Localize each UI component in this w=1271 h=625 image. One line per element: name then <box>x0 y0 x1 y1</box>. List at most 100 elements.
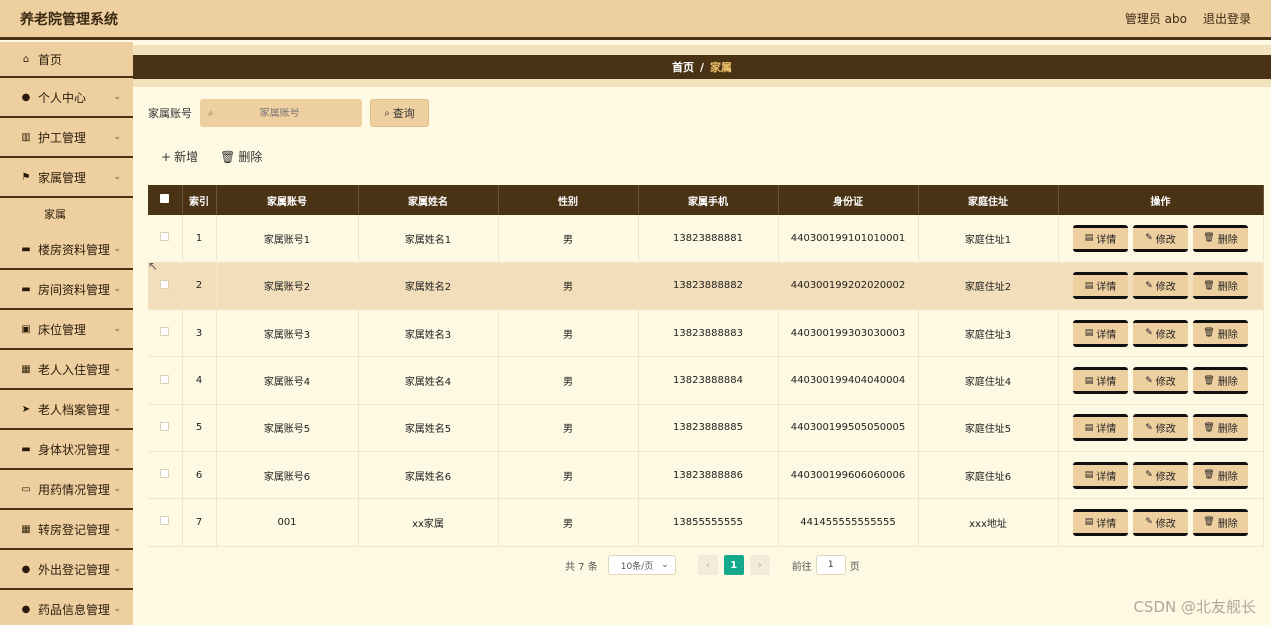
table-row[interactable]: 5 家属账号5 家属姓名5 男 13823888885 44030019950505000… <box>148 404 1264 452</box>
sidebar-item[interactable]: ➤ 老人档案管理 ⌄ <box>0 390 133 430</box>
cell-id-card: 440300199606060006 <box>778 451 919 500</box>
sidebar-item[interactable]: ▬ 房间资料管理 ⌄ <box>0 270 133 310</box>
row-checkbox[interactable] <box>160 469 170 479</box>
prev-page-button[interactable]: ‹ <box>697 555 718 575</box>
row-delete-button-label: 删除 <box>1217 518 1238 530</box>
current-page-button[interactable]: 1 <box>723 555 744 575</box>
sidebar-item-label: 床位管理 <box>38 322 87 337</box>
row-actions: ▤ 详情 ✎ 修改 🗑 删除 <box>1059 319 1263 347</box>
row-delete-button[interactable]: 🗑 删除 <box>1193 224 1248 252</box>
trash-icon: 🗑 <box>1203 233 1215 244</box>
detail-button[interactable]: ▤ 详情 <box>1073 367 1128 395</box>
sidebar-item[interactable]: ▬ 楼房资料管理 ⌄ <box>0 230 133 270</box>
card-icon: ▬ <box>21 283 31 295</box>
search-button[interactable]: ⌕ 查询 <box>370 99 429 127</box>
table-row[interactable]: 1 家属账号1 家属姓名1 男 13823888881 44030019910101000… <box>148 215 1264 263</box>
add-button[interactable]: + 新增 <box>161 148 198 165</box>
table-row[interactable]: 6 家属账号6 家属姓名6 男 13823888886 44030019960606000… <box>148 451 1264 500</box>
sidebar-item[interactable]: ▦ 老人入住管理 ⌄ <box>0 350 133 390</box>
sidebar-subitem[interactable]: 家属 <box>0 198 133 230</box>
cell-operations: ▤ 详情 ✎ 修改 🗑 删除 <box>1058 451 1264 500</box>
add-button-label: 新增 <box>174 150 199 164</box>
sidebar-item-label: 身体状况管理 <box>38 442 111 457</box>
edit-button[interactable]: ✎ 修改 <box>1133 508 1188 536</box>
table-row[interactable]: 7 001 xx家属男 13855555555 441455555555555 xxx地址… <box>148 498 1264 547</box>
row-checkbox[interactable] <box>160 421 170 431</box>
row-delete-button[interactable]: 🗑 删除 <box>1193 272 1248 300</box>
table-row[interactable]: 2 家属账号2 家属姓名2 男 13823888882 44030019920202000… <box>148 262 1264 311</box>
sidebar-item[interactable]: ▭ 用药情况管理 ⌄ <box>0 470 133 510</box>
cell-name: 家属姓名1 <box>358 215 499 263</box>
pencil-icon: ✎ <box>1145 233 1153 244</box>
search-icon: ⌕ <box>384 107 390 119</box>
edit-button[interactable]: ✎ 修改 <box>1133 461 1188 489</box>
row-delete-button[interactable]: 🗑 删除 <box>1193 319 1248 347</box>
next-page-button[interactable]: › <box>749 555 770 575</box>
chevron-down-icon: ⌄ <box>113 404 121 414</box>
cell-name: 家属姓名4 <box>358 356 499 405</box>
cell-operations: ▤ 详情 ✎ 修改 🗑 删除 <box>1058 262 1264 311</box>
logout-link[interactable]: 退出登录 <box>1203 10 1251 27</box>
row-delete-button-label: 删除 <box>1217 471 1238 483</box>
row-delete-button[interactable]: 🗑 删除 <box>1193 461 1248 489</box>
edit-button[interactable]: ✎ 修改 <box>1133 272 1188 300</box>
sidebar-item[interactable]: ⚑ 家属管理 ⌄ <box>0 158 133 198</box>
detail-button[interactable]: ▤ 详情 <box>1073 224 1128 252</box>
search-box[interactable]: ⌕ <box>200 99 362 127</box>
edit-button[interactable]: ✎ 修改 <box>1133 224 1188 252</box>
admin-user-label[interactable]: 管理员 abo <box>1125 10 1187 27</box>
sidebar-item[interactable]: ● 个人中心 ⌄ <box>0 78 133 118</box>
row-checkbox[interactable] <box>160 327 170 337</box>
cell-operations: ▤ 详情 ✎ 修改 🗑 删除 <box>1058 356 1264 405</box>
detail-button[interactable]: ▤ 详情 <box>1073 508 1128 536</box>
edit-button-label: 修改 <box>1155 234 1176 246</box>
edit-button[interactable]: ✎ 修改 <box>1133 319 1188 347</box>
goto-page-input[interactable]: 1 <box>815 555 846 575</box>
page-size-select[interactable]: 10条/页 ⌄ <box>607 555 676 575</box>
detail-button[interactable]: ▤ 详情 <box>1073 461 1128 489</box>
edit-button-label: 修改 <box>1155 424 1176 436</box>
search-input[interactable] <box>219 107 340 119</box>
note-icon: ▬ <box>21 443 31 455</box>
row-delete-button[interactable]: 🗑 删除 <box>1193 414 1248 442</box>
row-checkbox[interactable] <box>160 279 170 289</box>
cell-phone: 13823888886 <box>638 451 779 500</box>
cell-account: 家属账号3 <box>216 309 359 358</box>
sidebar-item[interactable]: ▦ 转房登记管理 ⌄ <box>0 510 133 550</box>
delete-button[interactable]: 🗑 删除 <box>220 148 262 165</box>
chevron-down-icon: ⌄ <box>113 564 121 574</box>
row-checkbox[interactable] <box>160 516 170 526</box>
row-delete-button-label: 删除 <box>1217 329 1238 341</box>
sidebar-item[interactable]: ▣ 床位管理 ⌄ <box>0 310 133 350</box>
sidebar-item[interactable]: ⌂ 首页 <box>0 42 133 78</box>
row-delete-button[interactable]: 🗑 删除 <box>1193 508 1248 536</box>
edit-button[interactable]: ✎ 修改 <box>1133 367 1188 395</box>
table-header-row: 索引 家属账号 家属姓名 性别 家属手机 身份证 家庭住址 操作 <box>148 185 1264 215</box>
chevron-down-icon: ⌄ <box>113 444 121 454</box>
row-delete-button[interactable]: 🗑 删除 <box>1193 367 1248 395</box>
row-checkbox[interactable] <box>160 374 170 384</box>
detail-button[interactable]: ▤ 详情 <box>1073 319 1128 347</box>
table-row[interactable]: 3 家属账号3 家属姓名3 男 13823888883 44030019930303000… <box>148 309 1264 358</box>
row-delete-button-label: 删除 <box>1217 282 1238 294</box>
home-icon: ⌂ <box>22 53 30 65</box>
sidebar-item[interactable]: ● 外出登记管理 ⌄ <box>0 550 133 590</box>
sidebar-item[interactable]: ▥ 护工管理 ⌄ <box>0 118 133 158</box>
cell-name: 家属姓名6 <box>358 451 499 500</box>
table-row[interactable]: 4 家属账号4 家属姓名4 男 13823888884 44030019940404000… <box>148 356 1264 405</box>
breadcrumb-home[interactable]: 首页 <box>672 59 694 75</box>
sidebar-item[interactable]: ● 药品信息管理 ⌄ <box>0 590 133 625</box>
detail-button[interactable]: ▤ 详情 <box>1073 414 1128 442</box>
header-user-area: 管理员 abo 退出登录 <box>1125 10 1251 27</box>
edit-button[interactable]: ✎ 修改 <box>1133 414 1188 442</box>
pencil-icon: ✎ <box>1145 280 1153 291</box>
detail-button[interactable]: ▤ 详情 <box>1073 272 1128 300</box>
cell-gender: 男 <box>498 309 639 358</box>
select-all-checkbox[interactable] <box>160 194 170 203</box>
grid-icon: ▦ <box>21 523 31 535</box>
sidebar-item[interactable]: ▬ 身体状况管理 ⌄ <box>0 430 133 470</box>
chevron-right-icon: › <box>757 559 762 571</box>
row-checkbox[interactable] <box>160 232 170 242</box>
sidebar-item-label: 用药情况管理 <box>38 482 111 497</box>
cell-address: 家庭住址2 <box>918 262 1059 311</box>
